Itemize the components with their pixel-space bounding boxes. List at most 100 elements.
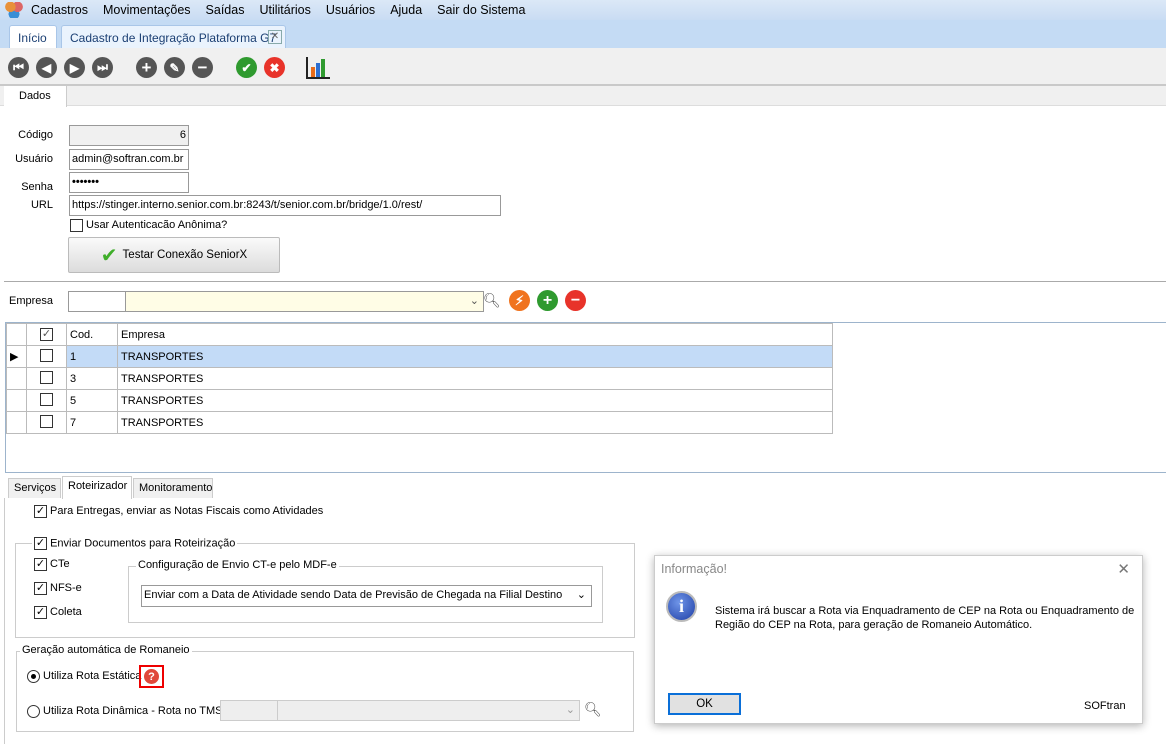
confirm-icon[interactable]: ✔ — [236, 57, 257, 78]
menu-cadastros[interactable]: Cadastros — [31, 3, 88, 17]
empresa-label: Empresa — [9, 295, 54, 307]
dialog-message: Sistema irá buscar a Rota via Enquadrame… — [715, 605, 1135, 631]
divider — [4, 498, 5, 744]
rota-combobox[interactable]: ⌄ — [277, 700, 580, 721]
dialog-title: Informação! — [661, 562, 728, 576]
add-empresa-icon[interactable]: + — [537, 290, 558, 311]
remove-empresa-icon[interactable]: − — [565, 290, 586, 311]
test-connection-button[interactable]: ✔ Testar Conexão SeniorX — [68, 237, 280, 273]
cell-empresa: TRANSPORTES — [117, 389, 833, 412]
column-header-empresa: Empresa — [117, 323, 833, 346]
add-icon[interactable]: + — [136, 57, 157, 78]
cell-empresa: TRANSPORTES — [117, 367, 833, 390]
info-icon: i — [666, 591, 697, 622]
button-label: OK — [696, 698, 713, 710]
tab-inicio[interactable]: Início — [9, 25, 57, 48]
cancel-icon[interactable]: ✖ — [264, 57, 285, 78]
rota-code-field[interactable] — [220, 700, 278, 721]
remove-icon[interactable]: − — [192, 57, 213, 78]
enviar-docs-header: ✓ Enviar Documentos para Roteirização — [32, 537, 238, 550]
anonymous-auth-label: Usar Autenticacão Anônima? — [86, 219, 228, 231]
row-checkbox[interactable] — [40, 392, 53, 406]
rota-dinamica-radio[interactable] — [27, 705, 40, 718]
brand-label: SOFtran — [1084, 700, 1126, 712]
button-label: Testar Conexão SeniorX — [122, 249, 248, 261]
next-record-icon[interactable]: ▶ — [64, 57, 85, 78]
table-row[interactable]: ▶ 1 TRANSPORTES — [6, 345, 833, 368]
cell-cod: 3 — [66, 367, 118, 390]
rota-estatica-radio[interactable] — [27, 670, 40, 683]
codigo-field[interactable]: 6 — [69, 125, 189, 146]
app-logo-icon — [5, 2, 23, 18]
senha-label: Senha — [21, 181, 53, 193]
select-value: Enviar com a Data de Atividade sendo Dat… — [144, 589, 563, 601]
report-chart-icon[interactable] — [306, 57, 330, 79]
url-field[interactable]: https://stinger.interno.senior.com.br:82… — [69, 195, 501, 216]
select-all-checkbox[interactable]: ✓ — [40, 328, 53, 341]
toolbar: ⏮ ◀ ▶ ⏭ + ✎ − ✔ ✖ — [0, 48, 1166, 86]
empresa-code-field[interactable] — [68, 291, 126, 312]
table-row[interactable]: 3 TRANSPORTES — [6, 367, 833, 390]
menu-utilitarios[interactable]: Utilitários — [259, 3, 310, 17]
menu-ajuda[interactable]: Ajuda — [390, 3, 422, 17]
row-checkbox[interactable] — [40, 414, 53, 428]
ok-button[interactable]: OK — [668, 693, 741, 715]
url-label: URL — [30, 199, 53, 211]
tab-roteirizador[interactable]: Roteirizador — [62, 476, 132, 499]
coleta-checkbox[interactable]: ✓ — [34, 606, 47, 619]
notas-atividades-checkbox[interactable]: ✓ — [34, 505, 47, 518]
divider — [4, 281, 1166, 282]
menu-sair[interactable]: Sair do Sistema — [437, 3, 525, 17]
cell-empresa: TRANSPORTES — [117, 345, 833, 368]
table-row[interactable]: 5 TRANSPORTES — [6, 389, 833, 412]
tab-cadastro-integracao[interactable]: Cadastro de Integração Plataforma G7 ✕ — [61, 25, 286, 48]
help-highlight: ? — [139, 665, 164, 688]
menu-bar: Cadastros Movimentações Saídas Utilitári… — [0, 0, 1166, 20]
config-envio-select[interactable]: Enviar com a Data de Atividade sendo Dat… — [141, 585, 592, 607]
enviar-docs-checkbox[interactable]: ✓ — [34, 537, 47, 550]
search-icon[interactable]: 🔍︎ — [584, 701, 602, 718]
empresa-combobox[interactable]: ⌄ — [125, 291, 484, 312]
table-row[interactable]: 7 TRANSPORTES — [6, 411, 833, 434]
search-icon[interactable]: 🔍︎ — [483, 292, 501, 309]
tab-label: Início — [18, 31, 47, 45]
info-dialog: Informação! ✕ i Sistema irá buscar a Rot… — [654, 555, 1143, 724]
nfse-label: NFS-e — [50, 582, 82, 594]
previous-record-icon[interactable]: ◀ — [36, 57, 57, 78]
cell-cod: 1 — [66, 345, 118, 368]
checkmark-icon: ✔ — [100, 244, 118, 267]
enviar-docs-label: Enviar Documentos para Roteirização — [50, 537, 236, 550]
usuario-field[interactable]: admin@softran.com.br — [69, 149, 189, 170]
tab-dados[interactable]: Dados — [4, 86, 67, 107]
lightning-icon[interactable]: ⚡︎ — [509, 290, 530, 311]
menu-saidas[interactable]: Saídas — [206, 3, 245, 17]
first-record-icon[interactable]: ⏮ — [8, 57, 29, 78]
cte-checkbox[interactable]: ✓ — [34, 558, 47, 571]
usuario-label: Usuário — [15, 153, 53, 165]
edit-icon[interactable]: ✎ — [164, 57, 185, 78]
nfse-checkbox[interactable]: ✓ — [34, 582, 47, 595]
tab-label: Serviços — [14, 482, 57, 494]
close-icon[interactable]: ✕ — [1117, 560, 1130, 578]
help-icon[interactable]: ? — [144, 669, 159, 684]
row-pointer-icon: ▶ — [10, 351, 19, 363]
close-tab-icon[interactable]: ✕ — [268, 30, 282, 44]
row-checkbox[interactable] — [40, 370, 53, 384]
tab-monitoramento[interactable]: Monitoramento — [133, 478, 213, 498]
tab-label: Dados — [19, 90, 51, 102]
senha-field[interactable]: ••••••• — [69, 172, 189, 193]
notas-atividades-label: Para Entregas, enviar as Notas Fiscais c… — [50, 505, 324, 517]
config-envio-label: Configuração de Envio CT-e pelo MDF-e — [136, 559, 339, 571]
tab-servicos[interactable]: Serviços — [8, 478, 61, 498]
rota-estatica-label: Utiliza Rota Estática — [43, 670, 142, 682]
row-checkbox[interactable] — [40, 348, 53, 362]
chevron-down-icon: ⌄ — [469, 295, 479, 307]
anonymous-auth-checkbox[interactable] — [70, 219, 83, 232]
tab-label: Roteirizador — [68, 480, 128, 492]
last-record-icon[interactable]: ⏭ — [92, 57, 113, 78]
tab-label: Monitoramento — [139, 482, 213, 494]
menu-movimentacoes[interactable]: Movimentações — [103, 3, 191, 17]
column-header-cod: Cod. — [66, 323, 118, 346]
menu-usuarios[interactable]: Usuários — [326, 3, 375, 17]
coleta-label: Coleta — [50, 606, 82, 618]
